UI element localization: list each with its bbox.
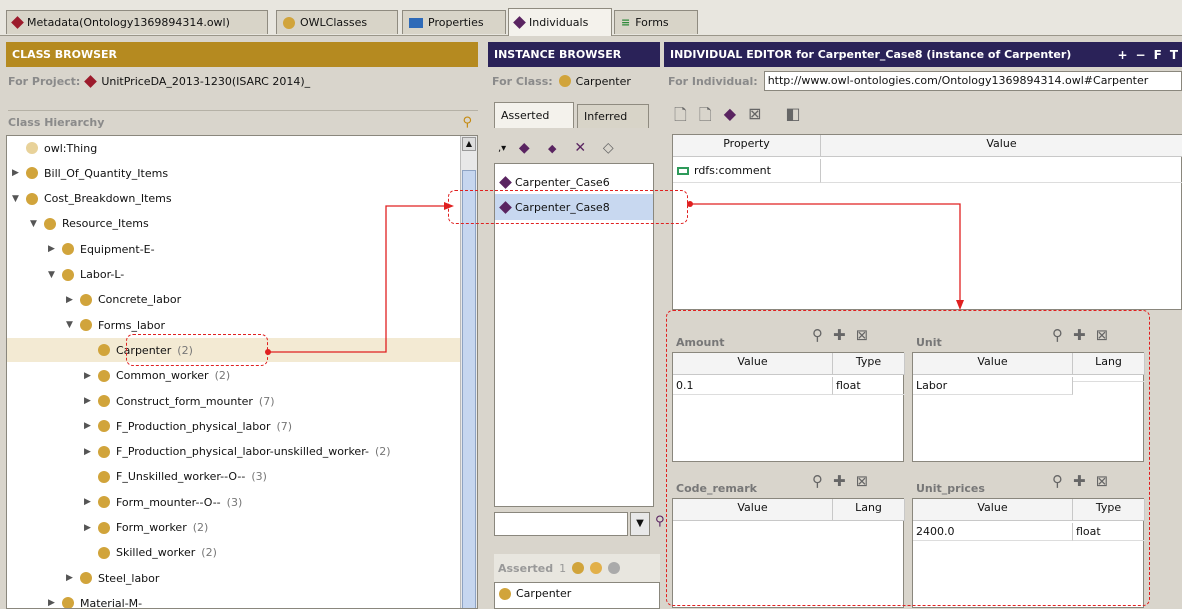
protege-window: Metadata(Ontology1369894314.owl) OWLClas… [0, 0, 1182, 609]
arrow-class-to-instance [268, 205, 444, 353]
arrow-instance-to-widgets [690, 203, 961, 302]
annotation-arrows [265, 201, 964, 355]
